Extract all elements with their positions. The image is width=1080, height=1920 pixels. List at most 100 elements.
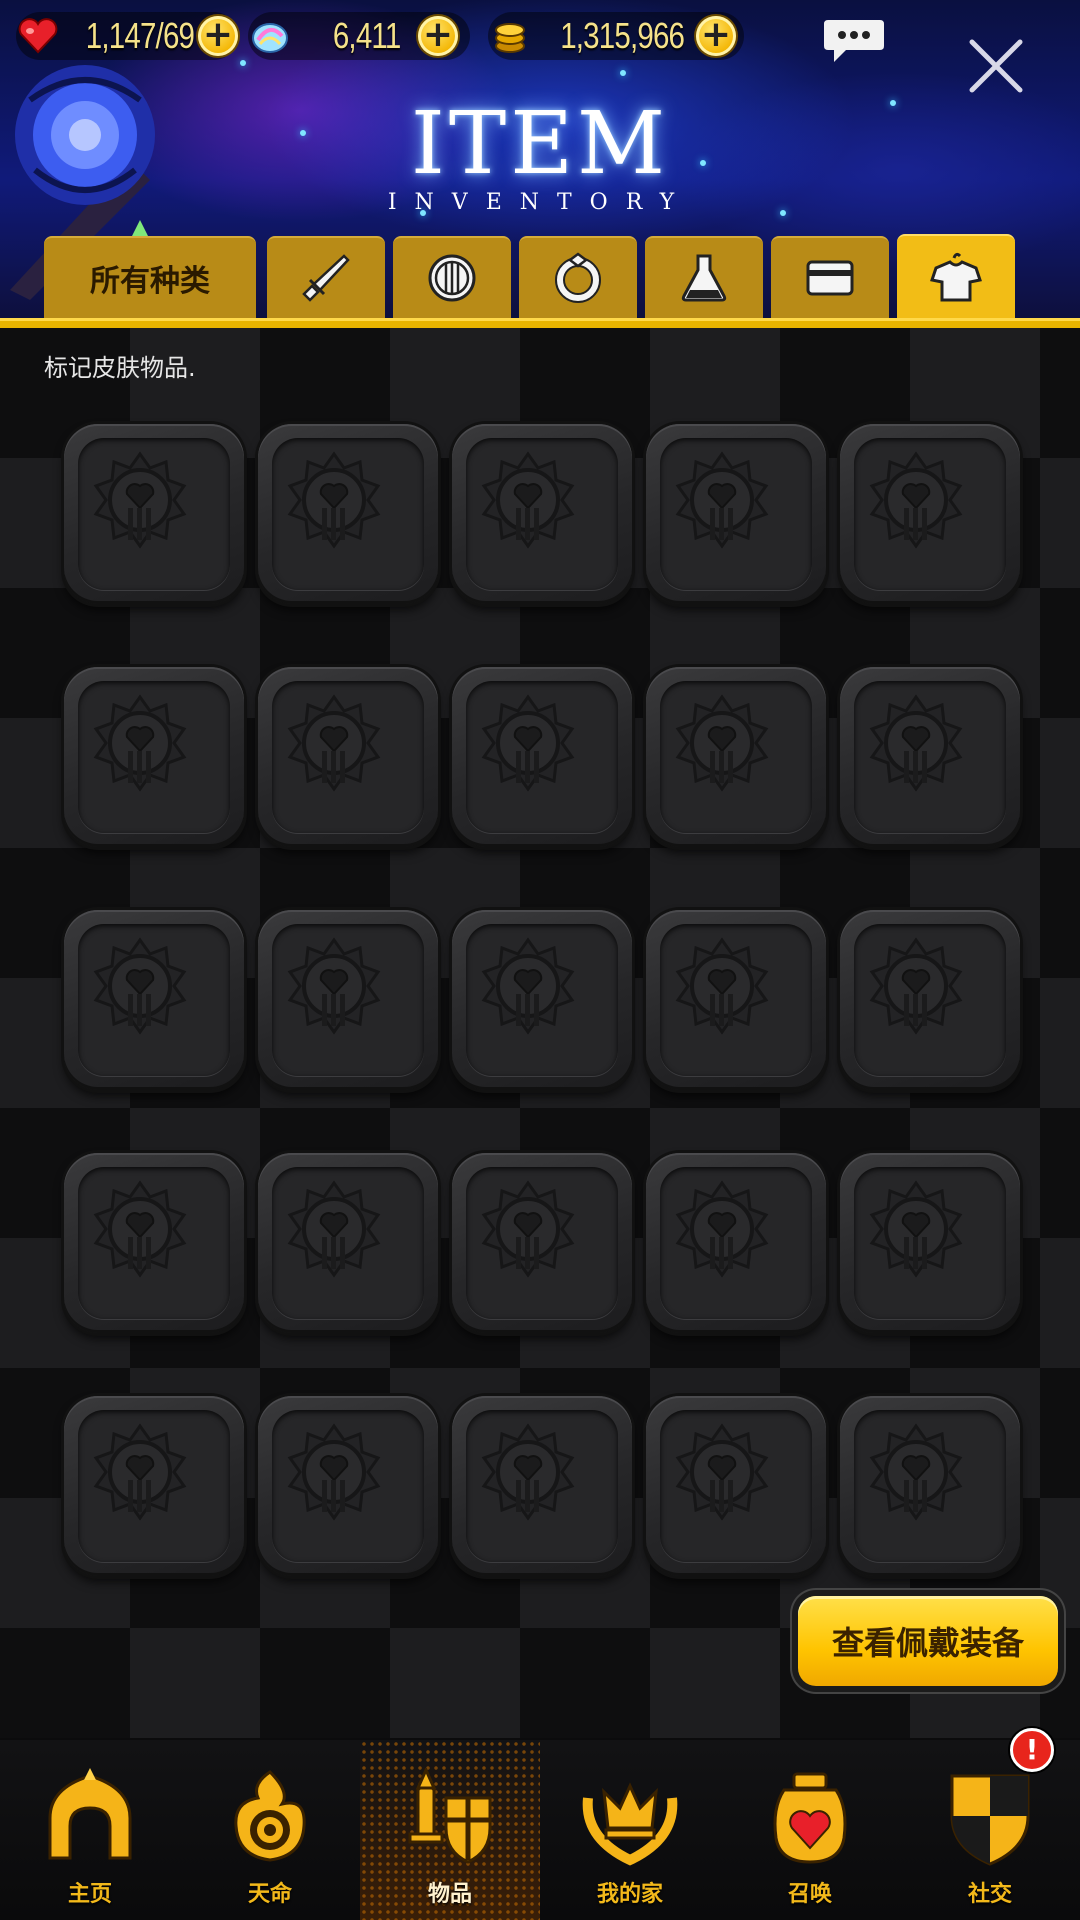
- crown-laurel-icon: [582, 1782, 678, 1866]
- inventory-slot[interactable]: [64, 424, 244, 604]
- category-tabs: 所有种类: [0, 234, 1080, 328]
- inventory-slot[interactable]: [258, 424, 438, 604]
- add-gold-button[interactable]: +: [696, 16, 736, 56]
- nav-social-label: 社交: [967, 1882, 1012, 1907]
- inventory-slot[interactable]: [64, 1153, 244, 1333]
- locked-heart-emblem-icon: [93, 1423, 187, 1521]
- inventory-slot[interactable]: [452, 910, 632, 1090]
- tab-accessories[interactable]: [519, 236, 637, 318]
- nav-destiny[interactable]: 天命: [180, 1740, 360, 1920]
- locked-heart-emblem-icon: [287, 451, 381, 549]
- potion-flask-icon: [681, 254, 727, 302]
- sparkle: [240, 60, 246, 66]
- inventory-slot[interactable]: [452, 424, 632, 604]
- inventory-slot[interactable]: [646, 1153, 826, 1333]
- nav-my-home[interactable]: 我的家: [540, 1740, 720, 1920]
- inventory-slot[interactable]: [258, 910, 438, 1090]
- locked-heart-emblem-icon: [675, 1423, 769, 1521]
- locked-heart-emblem-icon: [93, 694, 187, 792]
- inventory-slot[interactable]: [64, 1396, 244, 1576]
- sword-shield-icon: [408, 1768, 492, 1864]
- inventory-slot[interactable]: [840, 424, 1020, 604]
- nav-destiny-label: 天命: [247, 1882, 292, 1907]
- social-alert-badge: !: [1010, 1728, 1054, 1772]
- ring-icon: [555, 252, 601, 303]
- inventory-slot[interactable]: [64, 910, 244, 1090]
- skin-items-hint: 标记皮肤物品.: [44, 354, 196, 382]
- nav-home-label: 主页: [67, 1882, 112, 1907]
- tab-cards[interactable]: [771, 236, 889, 318]
- tab-skins[interactable]: [897, 234, 1015, 320]
- inventory-slot[interactable]: [258, 1153, 438, 1333]
- inventory-slot[interactable]: [646, 910, 826, 1090]
- locked-heart-emblem-icon: [287, 1423, 381, 1521]
- tab-all-categories[interactable]: 所有种类: [44, 236, 256, 318]
- nav-my-home-label: 我的家: [596, 1882, 663, 1907]
- inventory-panel: 标记皮肤物品.: [0, 328, 1080, 1738]
- nav-summon[interactable]: 召唤: [720, 1740, 900, 1920]
- locked-heart-emblem-icon: [481, 694, 575, 792]
- heart-icon: [18, 18, 58, 54]
- inventory-slot[interactable]: [452, 1153, 632, 1333]
- quartered-shield-icon: [950, 1774, 1030, 1866]
- locked-heart-emblem-icon: [93, 451, 187, 549]
- nav-items[interactable]: 物品: [360, 1740, 540, 1920]
- inventory-slot[interactable]: [258, 1396, 438, 1576]
- card-icon: [806, 260, 854, 296]
- locked-heart-emblem-icon: [675, 937, 769, 1035]
- locked-heart-emblem-icon: [869, 937, 963, 1035]
- home-arch-icon: [48, 1768, 132, 1860]
- locked-heart-emblem-icon: [481, 451, 575, 549]
- add-hearts-button[interactable]: +: [198, 16, 238, 56]
- locked-heart-emblem-icon: [287, 1180, 381, 1278]
- gems-value: 6,411: [332, 15, 400, 56]
- gold-value: 1,315,966: [560, 15, 685, 56]
- gold-resource: 1,315,966 +: [488, 12, 744, 60]
- add-gems-button[interactable]: +: [418, 16, 458, 56]
- inventory-slot[interactable]: [840, 910, 1020, 1090]
- inventory-slot[interactable]: [258, 667, 438, 847]
- inventory-slot[interactable]: [840, 1396, 1020, 1576]
- inventory-slot[interactable]: [452, 667, 632, 847]
- locked-heart-emblem-icon: [869, 451, 963, 549]
- inventory-slot[interactable]: [646, 667, 826, 847]
- close-icon[interactable]: [966, 36, 1026, 96]
- tab-armor[interactable]: [393, 236, 511, 318]
- gems-resource: 6,411 +: [248, 12, 470, 60]
- inventory-slot[interactable]: [452, 1396, 632, 1576]
- page-subtitle: INVENTORY: [387, 190, 693, 215]
- tab-consumables[interactable]: [645, 236, 763, 318]
- page-title: ITEM: [410, 94, 670, 194]
- tab-weapons[interactable]: [267, 236, 385, 318]
- inventory-slot[interactable]: [64, 667, 244, 847]
- nav-social[interactable]: 社交: [900, 1740, 1080, 1920]
- locked-heart-emblem-icon: [481, 1180, 575, 1278]
- bottom-nav: 主页 天命 物品 我的家 召唤 社交: [0, 1740, 1080, 1920]
- inventory-slot[interactable]: [840, 1153, 1020, 1333]
- gold-coins-icon: [495, 23, 525, 53]
- sword-icon: [302, 254, 350, 302]
- gem-icon: [252, 23, 288, 53]
- locked-heart-emblem-icon: [869, 1180, 963, 1278]
- chat-icon[interactable]: [822, 16, 886, 64]
- locked-heart-emblem-icon: [675, 1180, 769, 1278]
- shirt-hanger-icon: [930, 252, 982, 302]
- shield-icon: [428, 254, 476, 302]
- locked-heart-emblem-icon: [93, 1180, 187, 1278]
- view-equipped-button[interactable]: 查看佩戴装备: [798, 1596, 1058, 1686]
- locked-heart-emblem-icon: [481, 1423, 575, 1521]
- locked-heart-emblem-icon: [287, 694, 381, 792]
- nav-home[interactable]: 主页: [0, 1740, 180, 1920]
- nav-summon-label: 召唤: [787, 1882, 832, 1907]
- locked-heart-emblem-icon: [675, 451, 769, 549]
- locked-heart-emblem-icon: [675, 694, 769, 792]
- inventory-slot[interactable]: [646, 424, 826, 604]
- tab-all-categories-label: 所有种类: [90, 264, 210, 299]
- locked-heart-emblem-icon: [869, 1423, 963, 1521]
- nav-items-label: 物品: [427, 1882, 472, 1907]
- locked-heart-emblem-icon: [869, 694, 963, 792]
- tab-bar-underline: [0, 318, 1080, 328]
- sparkle: [620, 70, 626, 76]
- inventory-slot[interactable]: [646, 1396, 826, 1576]
- inventory-slot[interactable]: [840, 667, 1020, 847]
